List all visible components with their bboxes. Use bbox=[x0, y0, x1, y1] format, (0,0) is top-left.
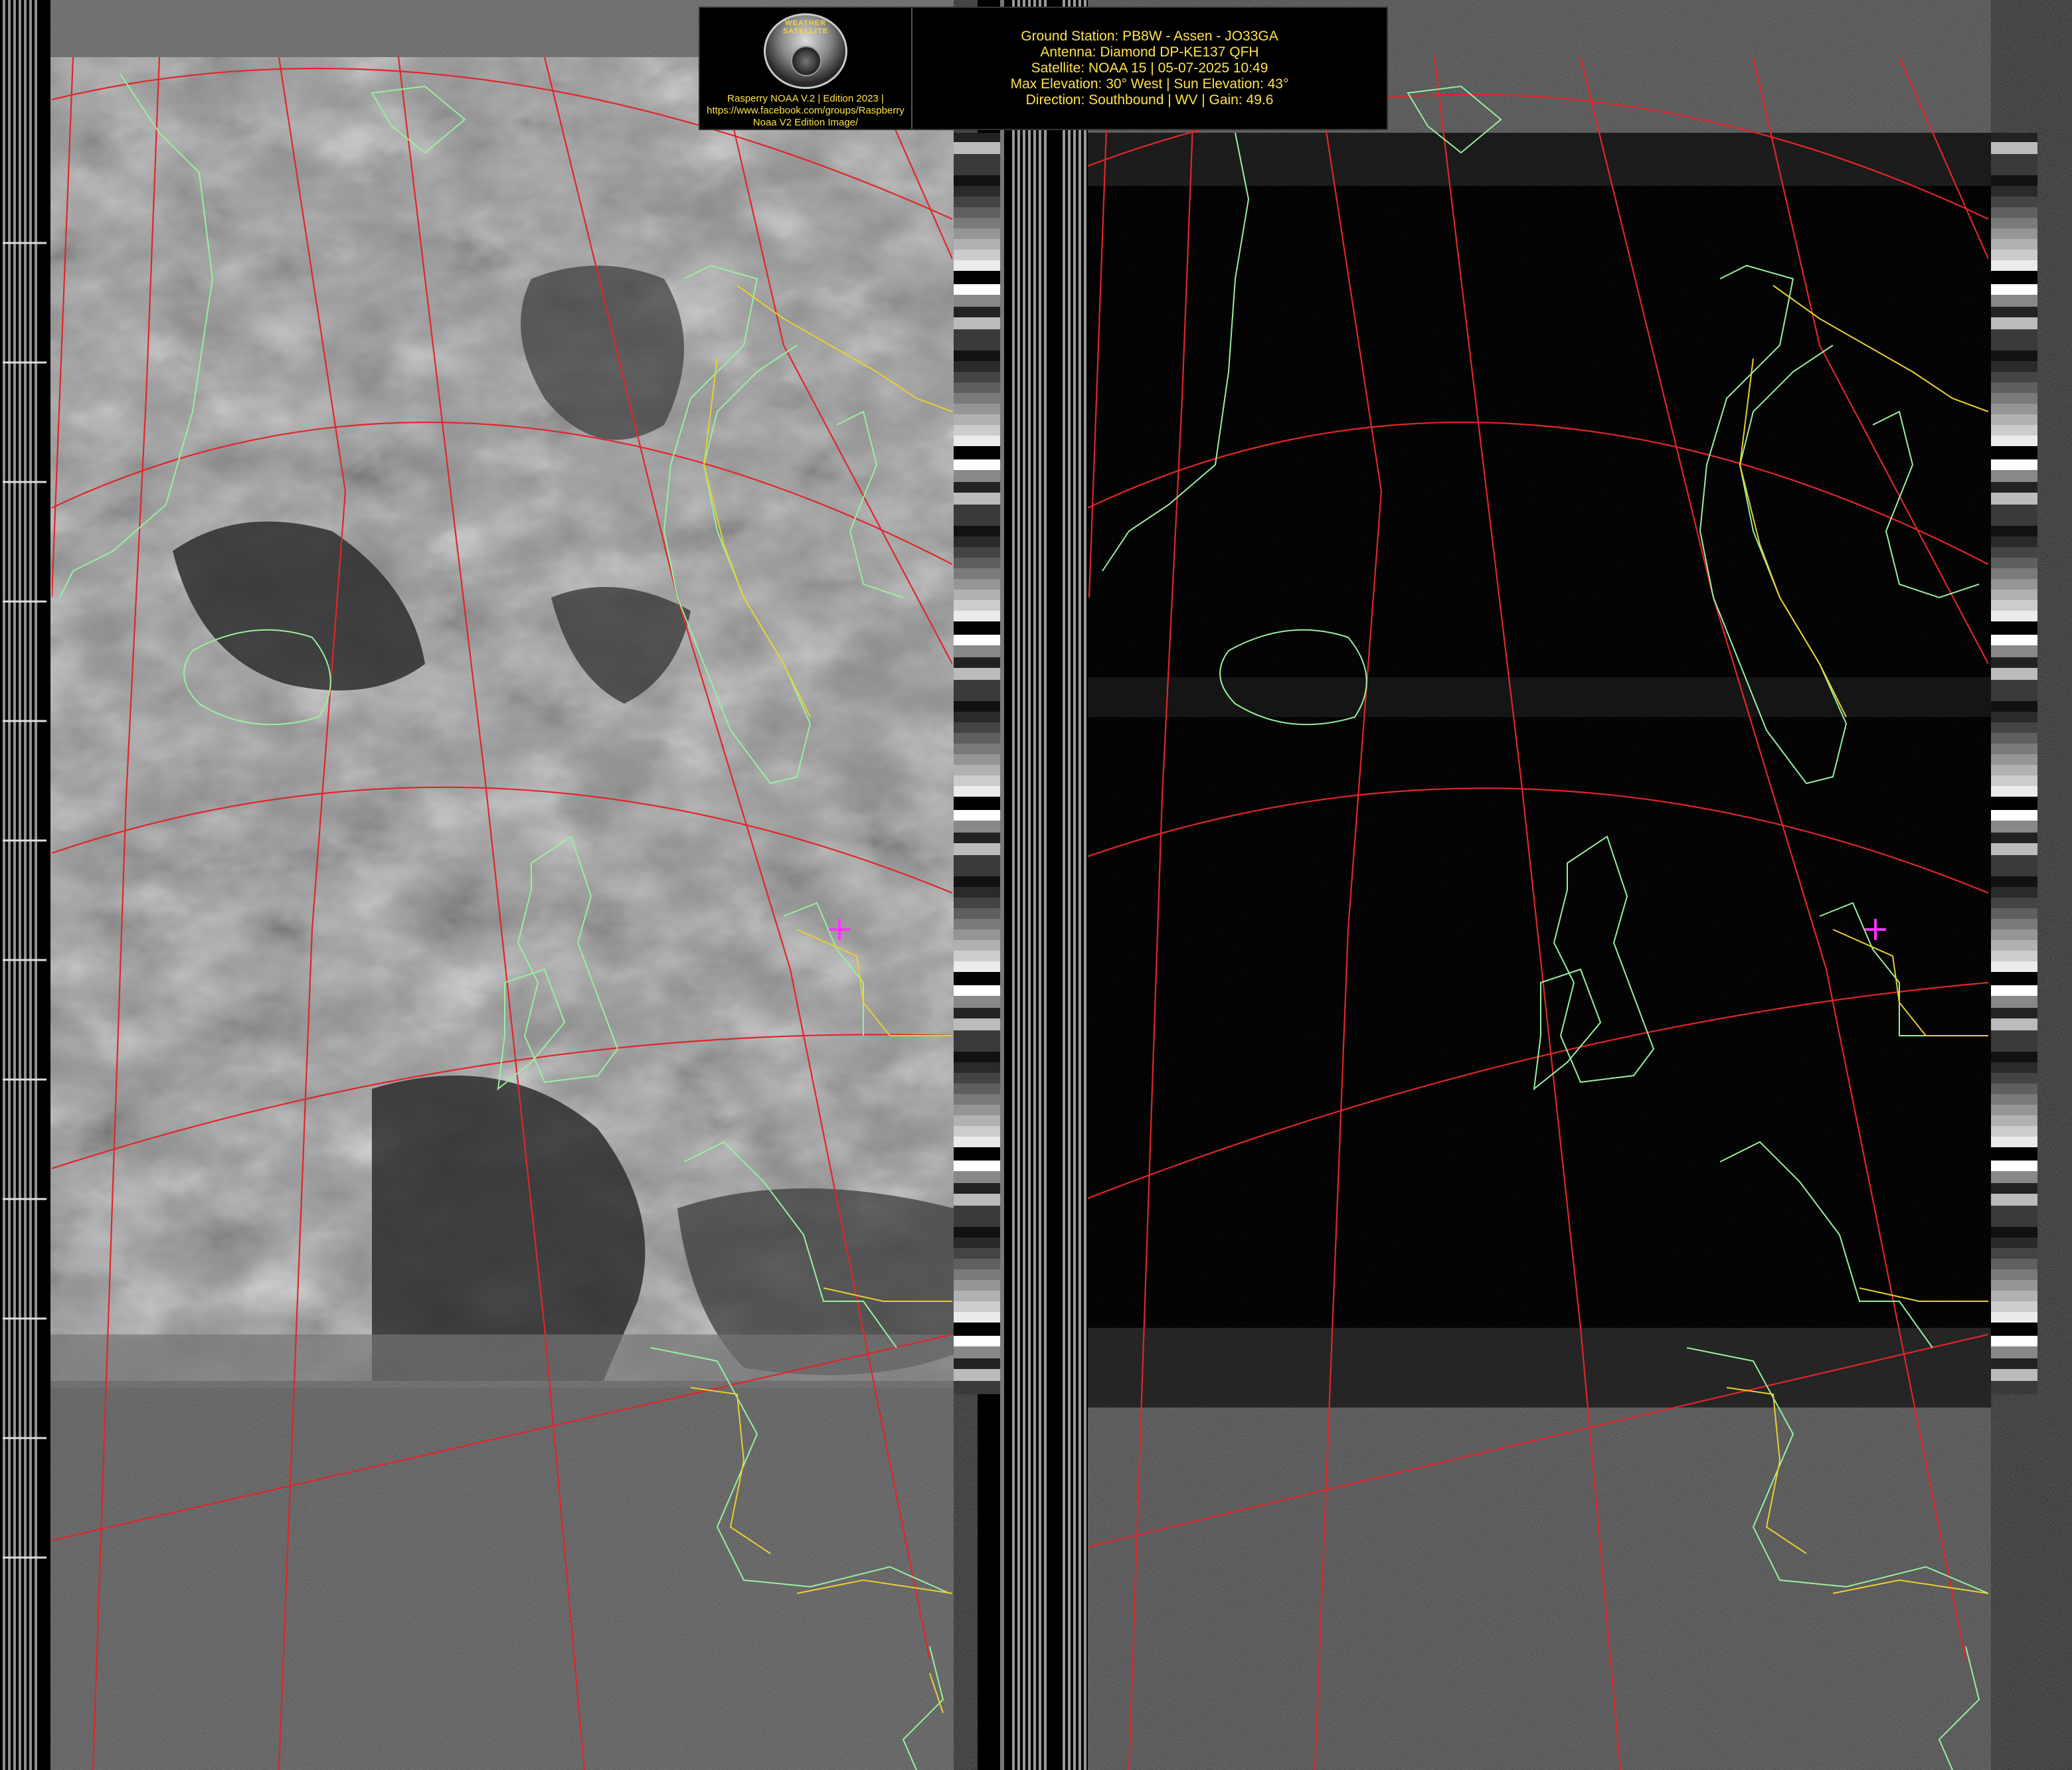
banner-logo-area: WEATHER SATELLITE Rasperry NOAA V.2 | Ed… bbox=[700, 8, 912, 129]
panel-infrared-channel bbox=[1088, 0, 1991, 1770]
panel-visible-channel bbox=[50, 0, 954, 1770]
satellite-info: Satellite: NOAA 15 | 05-07-2025 10:49 bbox=[1031, 60, 1268, 76]
antenna: Antenna: Diamond DP-KE137 QFH bbox=[1040, 44, 1259, 60]
credit-line-3: Noaa V2 Edition Image/ bbox=[752, 117, 859, 128]
info-banner: WEATHER SATELLITE Rasperry NOAA V.2 | Ed… bbox=[699, 7, 1388, 130]
logo-ring-text: WEATHER SATELLITE bbox=[782, 19, 829, 35]
credit-text: Rasperry NOAA V.2 | Edition 2023 | https… bbox=[703, 93, 908, 129]
sync-strip-left bbox=[0, 0, 50, 1770]
satellite-image bbox=[0, 0, 2072, 1770]
dish-icon bbox=[791, 46, 821, 76]
ground-station: Ground Station: PB8W - Assen - JO33GA bbox=[1021, 29, 1278, 44]
sync-strip-middle bbox=[1004, 0, 1088, 1770]
satellite-dish-logo: WEATHER SATELLITE bbox=[764, 13, 847, 89]
credit-line-1: Rasperry NOAA V.2 | Edition 2023 | bbox=[727, 93, 884, 104]
elevation-info: Max Elevation: 30° West | Sun Elevation:… bbox=[1010, 76, 1289, 92]
telemetry-strip-b bbox=[1991, 0, 2072, 1770]
pass-details: Ground Station: PB8W - Assen - JO33GA An… bbox=[912, 8, 1387, 129]
direction-info: Direction: Southbound | WV | Gain: 49.6 bbox=[1025, 92, 1274, 108]
telemetry-strip-a bbox=[954, 0, 1004, 1770]
credit-line-2: https://www.facebook.com/groups/Raspberr… bbox=[707, 105, 905, 116]
